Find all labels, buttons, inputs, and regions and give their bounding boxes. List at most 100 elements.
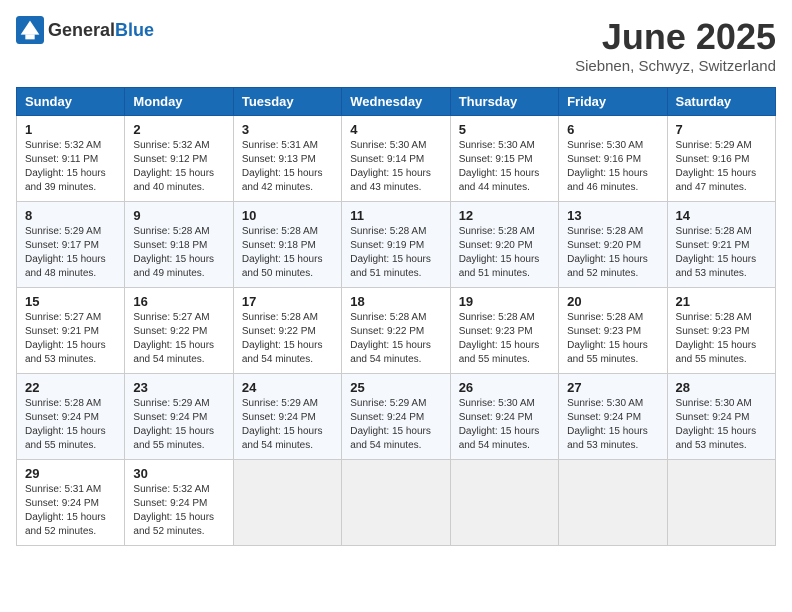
day-info: Sunrise: 5:32 AM Sunset: 9:11 PM Dayligh… (25, 139, 116, 195)
day-info: Sunrise: 5:27 AM Sunset: 9:21 PM Dayligh… (25, 311, 116, 367)
weekday-header-wednesday: Wednesday (342, 88, 450, 116)
day-info: Sunrise: 5:32 AM Sunset: 9:24 PM Dayligh… (133, 483, 224, 539)
day-number: 3 (242, 122, 333, 137)
calendar-cell: 17Sunrise: 5:28 AM Sunset: 9:22 PM Dayli… (233, 288, 341, 374)
logo-text: GeneralBlue (48, 20, 154, 41)
calendar-cell: 23 Sunrise: 5:29 AM Sunset: 9:24 PM Dayli… (125, 374, 233, 460)
calendar-cell: 27Sunrise: 5:30 AM Sunset: 9:24 PM Dayli… (559, 374, 667, 460)
day-info: Sunrise: 5:29 AM Sunset: 9:17 PM Dayligh… (25, 225, 116, 281)
calendar-week-row: 22 Sunrise: 5:28 AM Sunset: 9:24 PM Dayli… (17, 374, 776, 460)
day-info: Sunrise: 5:28 AM Sunset: 9:20 PM Dayligh… (459, 225, 550, 281)
header: GeneralBlue June 2025 Siebnen, Schwyz, S… (16, 16, 776, 75)
calendar-cell: 22 Sunrise: 5:28 AM Sunset: 9:24 PM Dayli… (17, 374, 125, 460)
day-info: Sunrise: 5:28 AM Sunset: 9:19 PM Dayligh… (350, 225, 441, 281)
day-number: 8 (25, 208, 116, 223)
day-number: 17 (242, 294, 333, 309)
calendar-cell: 24Sunrise: 5:29 AM Sunset: 9:24 PM Dayli… (233, 374, 341, 460)
day-info: Sunrise: 5:28 AM Sunset: 9:23 PM Dayligh… (459, 311, 550, 367)
day-number: 28 (676, 380, 767, 395)
calendar-cell (450, 460, 558, 546)
calendar-cell: 28 Sunrise: 5:30 AM Sunset: 9:24 PM Dayli… (667, 374, 775, 460)
calendar-cell: 8 Sunrise: 5:29 AM Sunset: 9:17 PM Daylig… (17, 202, 125, 288)
day-info: Sunrise: 5:30 AM Sunset: 9:16 PM Dayligh… (567, 139, 658, 195)
day-number: 1 (25, 122, 116, 137)
weekday-header-saturday: Saturday (667, 88, 775, 116)
day-number: 16 (133, 294, 224, 309)
day-info: Sunrise: 5:28 AM Sunset: 9:21 PM Dayligh… (676, 225, 767, 281)
day-number: 23 (133, 380, 224, 395)
weekday-header-thursday: Thursday (450, 88, 558, 116)
calendar-week-row: 15 Sunrise: 5:27 AM Sunset: 9:21 PM Dayli… (17, 288, 776, 374)
day-number: 4 (350, 122, 441, 137)
month-title: June 2025 (575, 16, 776, 58)
calendar-week-row: 8 Sunrise: 5:29 AM Sunset: 9:17 PM Daylig… (17, 202, 776, 288)
day-info: Sunrise: 5:28 AM Sunset: 9:23 PM Dayligh… (567, 311, 658, 367)
day-number: 29 (25, 466, 116, 481)
day-number: 30 (133, 466, 224, 481)
calendar-cell (342, 460, 450, 546)
day-number: 21 (676, 294, 767, 309)
logo: GeneralBlue (16, 16, 154, 44)
calendar-cell: 29 Sunrise: 5:31 AM Sunset: 9:24 PM Dayli… (17, 460, 125, 546)
calendar-cell: 1 Sunrise: 5:32 AM Sunset: 9:11 PM Daylig… (17, 116, 125, 202)
day-info: Sunrise: 5:31 AM Sunset: 9:13 PM Dayligh… (242, 139, 333, 195)
weekday-header-monday: Monday (125, 88, 233, 116)
day-number: 9 (133, 208, 224, 223)
calendar-cell: 14 Sunrise: 5:28 AM Sunset: 9:21 PM Dayli… (667, 202, 775, 288)
day-info: Sunrise: 5:30 AM Sunset: 9:15 PM Dayligh… (459, 139, 550, 195)
calendar-table: SundayMondayTuesdayWednesdayThursdayFrid… (16, 87, 776, 546)
day-number: 2 (133, 122, 224, 137)
day-number: 13 (567, 208, 658, 223)
calendar-cell: 30 Sunrise: 5:32 AM Sunset: 9:24 PM Dayli… (125, 460, 233, 546)
day-info: Sunrise: 5:29 AM Sunset: 9:24 PM Dayligh… (350, 397, 441, 453)
calendar-cell: 25 Sunrise: 5:29 AM Sunset: 9:24 PM Dayli… (342, 374, 450, 460)
day-number: 11 (350, 208, 441, 223)
calendar-cell (233, 460, 341, 546)
day-info: Sunrise: 5:28 AM Sunset: 9:18 PM Dayligh… (242, 225, 333, 281)
calendar-cell: 13 Sunrise: 5:28 AM Sunset: 9:20 PM Dayli… (559, 202, 667, 288)
day-info: Sunrise: 5:32 AM Sunset: 9:12 PM Dayligh… (133, 139, 224, 195)
calendar-week-row: 29 Sunrise: 5:31 AM Sunset: 9:24 PM Dayli… (17, 460, 776, 546)
calendar-cell: 20 Sunrise: 5:28 AM Sunset: 9:23 PM Dayli… (559, 288, 667, 374)
day-number: 12 (459, 208, 550, 223)
day-number: 18 (350, 294, 441, 309)
calendar-cell (559, 460, 667, 546)
weekday-header-row: SundayMondayTuesdayWednesdayThursdayFrid… (17, 88, 776, 116)
day-info: Sunrise: 5:29 AM Sunset: 9:24 PM Dayligh… (133, 397, 224, 453)
day-number: 6 (567, 122, 658, 137)
day-number: 15 (25, 294, 116, 309)
day-number: 10 (242, 208, 333, 223)
calendar-cell: 4 Sunrise: 5:30 AM Sunset: 9:14 PM Daylig… (342, 116, 450, 202)
calendar-cell: 15 Sunrise: 5:27 AM Sunset: 9:21 PM Dayli… (17, 288, 125, 374)
calendar-cell: 6 Sunrise: 5:30 AM Sunset: 9:16 PM Daylig… (559, 116, 667, 202)
weekday-header-sunday: Sunday (17, 88, 125, 116)
day-info: Sunrise: 5:30 AM Sunset: 9:24 PM Dayligh… (459, 397, 550, 453)
calendar-cell: 11 Sunrise: 5:28 AM Sunset: 9:19 PM Dayli… (342, 202, 450, 288)
day-info: Sunrise: 5:30 AM Sunset: 9:24 PM Dayligh… (567, 397, 658, 453)
day-number: 22 (25, 380, 116, 395)
calendar-cell: 16 Sunrise: 5:27 AM Sunset: 9:22 PM Dayli… (125, 288, 233, 374)
day-number: 25 (350, 380, 441, 395)
day-info: Sunrise: 5:31 AM Sunset: 9:24 PM Dayligh… (25, 483, 116, 539)
day-number: 26 (459, 380, 550, 395)
day-info: Sunrise: 5:28 AM Sunset: 9:24 PM Dayligh… (25, 397, 116, 453)
logo-general: General (48, 20, 115, 40)
day-number: 14 (676, 208, 767, 223)
day-number: 7 (676, 122, 767, 137)
day-info: Sunrise: 5:28 AM Sunset: 9:22 PM Dayligh… (350, 311, 441, 367)
day-info: Sunrise: 5:28 AM Sunset: 9:23 PM Dayligh… (676, 311, 767, 367)
day-number: 20 (567, 294, 658, 309)
calendar-cell: 3 Sunrise: 5:31 AM Sunset: 9:13 PM Daylig… (233, 116, 341, 202)
title-area: June 2025 Siebnen, Schwyz, Switzerland (575, 16, 776, 75)
day-info: Sunrise: 5:28 AM Sunset: 9:20 PM Dayligh… (567, 225, 658, 281)
calendar-cell: 5 Sunrise: 5:30 AM Sunset: 9:15 PM Daylig… (450, 116, 558, 202)
weekday-header-tuesday: Tuesday (233, 88, 341, 116)
day-info: Sunrise: 5:27 AM Sunset: 9:22 PM Dayligh… (133, 311, 224, 367)
day-info: Sunrise: 5:30 AM Sunset: 9:14 PM Dayligh… (350, 139, 441, 195)
day-info: Sunrise: 5:30 AM Sunset: 9:24 PM Dayligh… (676, 397, 767, 453)
calendar-week-row: 1 Sunrise: 5:32 AM Sunset: 9:11 PM Daylig… (17, 116, 776, 202)
day-info: Sunrise: 5:29 AM Sunset: 9:24 PM Dayligh… (242, 397, 333, 453)
day-number: 5 (459, 122, 550, 137)
calendar-cell: 9Sunrise: 5:28 AM Sunset: 9:18 PM Daylig… (125, 202, 233, 288)
logo-blue: Blue (115, 20, 154, 40)
